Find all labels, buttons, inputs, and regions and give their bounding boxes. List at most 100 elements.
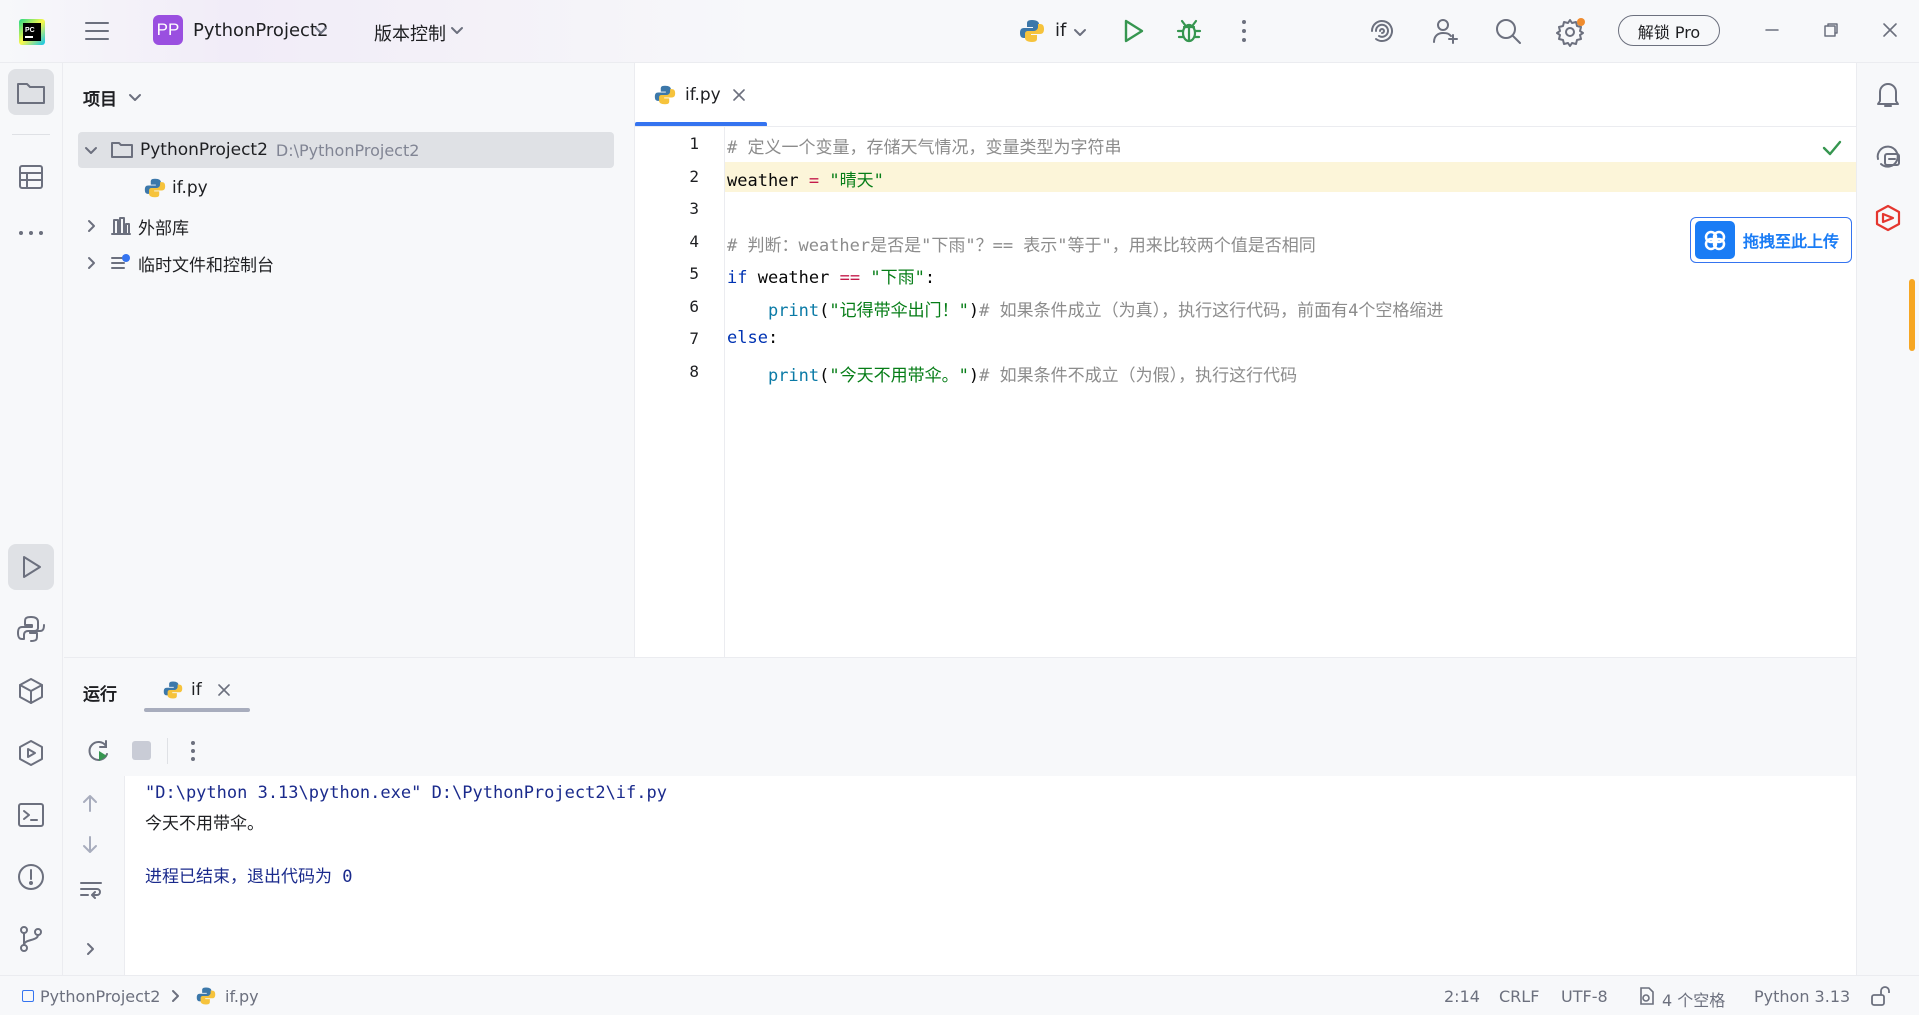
chevron-down-icon[interactable]	[128, 90, 142, 104]
debug-bug-icon[interactable]	[1175, 17, 1203, 45]
minimize-icon[interactable]	[1764, 22, 1780, 38]
python-packages-icon[interactable]	[8, 668, 54, 714]
cloud-upload-icon	[1695, 221, 1735, 259]
run-tab[interactable]: if	[144, 666, 250, 712]
no-problems-check-icon[interactable]	[1822, 140, 1842, 156]
code-line-1[interactable]: # 定义一个变量，存储天气情况，变量类型为字符串	[727, 133, 1121, 158]
line-number: 6	[689, 297, 699, 316]
more-actions-icon[interactable]	[1237, 18, 1251, 44]
run-config-label[interactable]: if	[1055, 20, 1066, 41]
problems-icon[interactable]	[8, 854, 54, 900]
run-button[interactable]	[1120, 18, 1146, 44]
breadcrumb-project[interactable]: PythonProject2	[40, 987, 160, 1006]
left-tool-strip	[0, 63, 63, 975]
tree-row-scratches[interactable]: 临时文件和控制台	[78, 245, 614, 281]
tree-row-external-libs[interactable]: 外部库	[78, 208, 614, 244]
tree-file-name: if.py	[172, 178, 208, 198]
pycharm-logo-icon[interactable]: PC	[19, 19, 45, 45]
git-branch-icon[interactable]	[8, 916, 54, 962]
upload-drop-widget[interactable]: 拖拽至此上传	[1690, 217, 1852, 263]
search-icon[interactable]	[1494, 17, 1522, 45]
unlock-pro-button[interactable]: 解锁 Pro	[1618, 15, 1720, 46]
main-menu-icon[interactable]	[84, 18, 110, 44]
run-tool-button[interactable]	[8, 544, 54, 590]
chevron-right-icon[interactable]	[84, 256, 98, 270]
scroll-up-arrow-icon[interactable]	[80, 793, 100, 813]
tree-row-file[interactable]: if.py	[78, 170, 614, 206]
structure-tool-button[interactable]	[8, 154, 54, 200]
tree-row-root[interactable]: PythonProject2 D:\PythonProject2	[78, 132, 614, 168]
rerun-icon[interactable]	[86, 738, 112, 764]
code-line-6[interactable]: print("记得带伞出门！")# 如果条件成立（为真），执行这行代码，前面有4…	[727, 296, 1443, 321]
scroll-down-arrow-icon[interactable]	[80, 835, 100, 855]
file-encoding[interactable]: UTF-8	[1561, 987, 1608, 1006]
line-number: 2	[689, 167, 699, 186]
console-command-line: "D:\python 3.13\python.exe" D:\PythonPro…	[145, 783, 667, 803]
plugin-red-icon[interactable]	[1865, 195, 1911, 241]
chevron-down-icon[interactable]	[314, 23, 328, 37]
scratches-icon	[111, 254, 130, 269]
more-tools-icon[interactable]	[8, 210, 54, 256]
project-badge[interactable]: PP	[153, 15, 183, 45]
settings-gear-icon[interactable]	[1556, 17, 1586, 47]
status-bar: PythonProject2 if.py 2:14 CRLF UTF-8 4 个…	[0, 975, 1919, 1015]
chevron-down-icon[interactable]	[84, 143, 98, 157]
code-line-2[interactable]: weather = "晴天"	[727, 166, 884, 191]
close-tab-icon[interactable]	[733, 89, 745, 101]
lock-open-icon[interactable]	[1869, 985, 1891, 1007]
divider	[12, 134, 50, 135]
run-panel-title: 运行	[83, 685, 117, 705]
indent-setting[interactable]: 4 个空格	[1662, 987, 1725, 1011]
title-bar: PC PP PythonProject2 版本控制 if 解锁 Pro	[0, 0, 1919, 63]
code-line-5[interactable]: if weather == "下雨":	[727, 263, 935, 288]
notifications-bell-icon[interactable]	[1865, 71, 1911, 117]
scroll-marker[interactable]	[1909, 279, 1915, 351]
ai-assistant-icon[interactable]	[1368, 17, 1396, 45]
line-number: 5	[689, 264, 699, 283]
chevron-down-icon[interactable]	[450, 23, 464, 37]
add-user-icon[interactable]	[1431, 16, 1461, 46]
chevron-right-icon[interactable]	[83, 942, 97, 956]
python-icon	[1019, 18, 1045, 44]
ai-chat-icon[interactable]	[1865, 133, 1911, 179]
terminal-icon[interactable]	[8, 792, 54, 838]
vcs-menu-label[interactable]: 版本控制	[374, 20, 446, 46]
project-tool-button[interactable]	[8, 69, 54, 115]
line-separator[interactable]: CRLF	[1499, 987, 1539, 1006]
line-number: 3	[689, 199, 699, 218]
services-icon[interactable]	[8, 730, 54, 776]
console-exit-line: 进程已结束，退出代码为 0	[145, 867, 353, 887]
python-file-icon	[196, 987, 216, 1005]
close-window-icon[interactable]	[1882, 22, 1898, 38]
python-file-icon	[654, 85, 676, 105]
code-line-7[interactable]: else:	[727, 328, 778, 348]
library-icon	[111, 217, 131, 235]
more-actions-icon[interactable]	[189, 738, 197, 764]
project-panel: 项目 PythonProject2 D:\PythonProject2 if.p…	[64, 63, 635, 657]
indent-settings-icon	[1640, 987, 1654, 1005]
python-console-icon[interactable]	[8, 606, 54, 652]
module-icon	[22, 990, 34, 1002]
console-output[interactable]: "D:\python 3.13\python.exe" D:\PythonPro…	[124, 776, 1856, 976]
python-file-icon	[163, 681, 183, 699]
tree-scratches-label: 临时文件和控制台	[138, 255, 274, 276]
console-stdout-line: 今天不用带伞。	[145, 814, 264, 834]
python-interpreter[interactable]: Python 3.13	[1754, 987, 1850, 1006]
close-tab-icon[interactable]	[218, 684, 230, 696]
tree-root-path: D:\PythonProject2	[275, 140, 420, 160]
chevron-right-icon[interactable]	[84, 219, 98, 233]
line-number: 8	[689, 362, 699, 381]
editor-tab[interactable]: if.py	[635, 63, 767, 127]
code-line-4[interactable]: # 判断：weather是否是"下雨"？== 表示"等于"，用来比较两个值是否相…	[727, 231, 1316, 256]
breadcrumb-file[interactable]: if.py	[225, 987, 259, 1006]
chevron-down-icon[interactable]	[1073, 25, 1087, 39]
stop-icon[interactable]	[132, 741, 151, 760]
code-line-8[interactable]: print("今天不用带伞。")# 如果条件不成立（为假），执行这行代码	[727, 361, 1297, 386]
folder-icon	[111, 142, 133, 158]
project-panel-title[interactable]: 项目	[83, 85, 117, 110]
project-selector-label[interactable]: PythonProject2	[193, 20, 328, 41]
run-tab-label: if	[191, 680, 202, 700]
soft-wrap-icon[interactable]	[79, 879, 103, 899]
caret-position[interactable]: 2:14	[1444, 987, 1480, 1006]
restore-icon[interactable]	[1823, 22, 1839, 38]
